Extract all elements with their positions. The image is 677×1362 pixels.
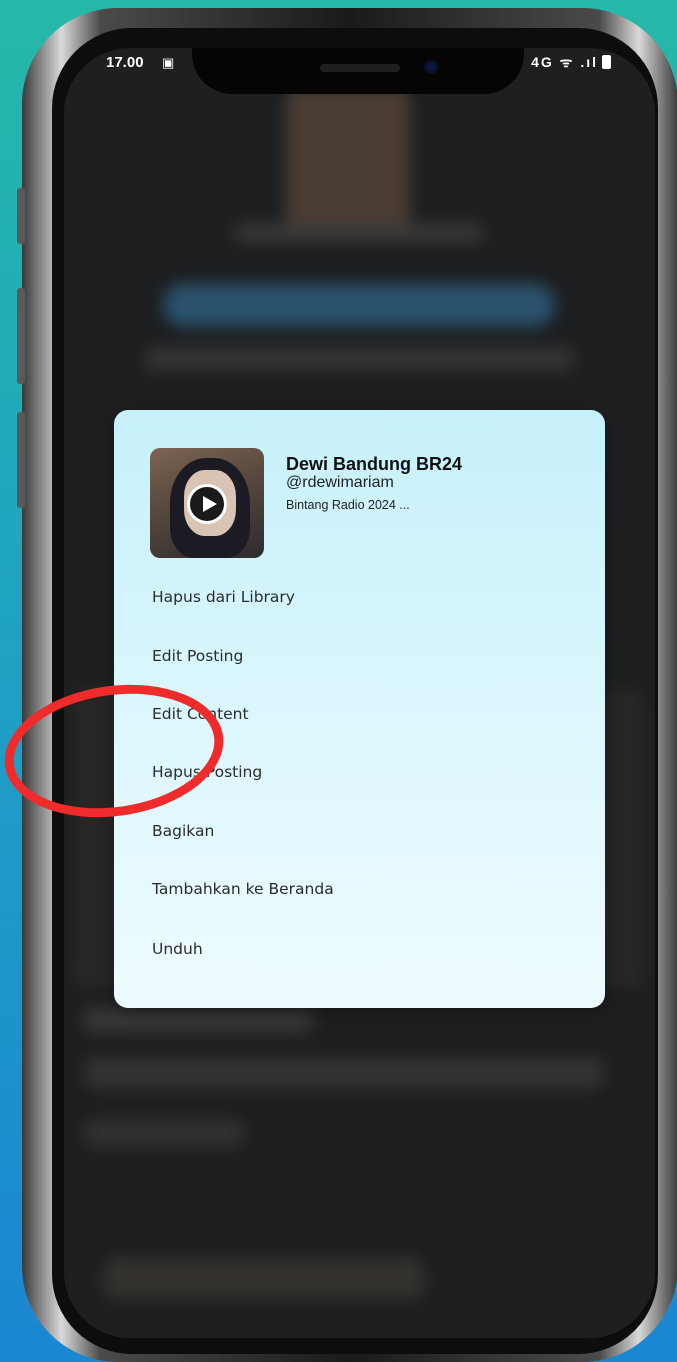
play-icon[interactable] (187, 484, 227, 524)
battery-icon (602, 55, 611, 69)
notch (192, 48, 524, 94)
speaker-grille (320, 64, 400, 72)
post-handle: @rdewimariam (286, 474, 394, 491)
menu-item-bagikan[interactable]: Bagikan (152, 822, 214, 840)
volume-up-button (17, 288, 25, 384)
menu-item-unduh[interactable]: Unduh (152, 940, 203, 958)
signal-icon: 4G ᯤ .ıl (531, 54, 598, 70)
status-time: 17.00 (106, 54, 144, 71)
notification-icon: ▣ (162, 55, 175, 70)
post-description: Bintang Radio 2024 ... (286, 498, 410, 512)
menu-item-edit-posting[interactable]: Edit Posting (152, 647, 243, 665)
front-camera (424, 60, 438, 74)
post-title: Dewi Bandung BR24 (286, 454, 463, 474)
menu-item-hapus-dari-library[interactable]: Hapus dari Library (152, 588, 295, 606)
mute-switch (17, 188, 25, 244)
status-icons: 4G ᯤ .ıl (531, 53, 611, 72)
post-thumbnail[interactable] (150, 448, 264, 558)
menu-item-tambahkan-ke-beranda[interactable]: Tambahkan ke Beranda (152, 880, 334, 898)
volume-down-button (17, 412, 25, 508)
